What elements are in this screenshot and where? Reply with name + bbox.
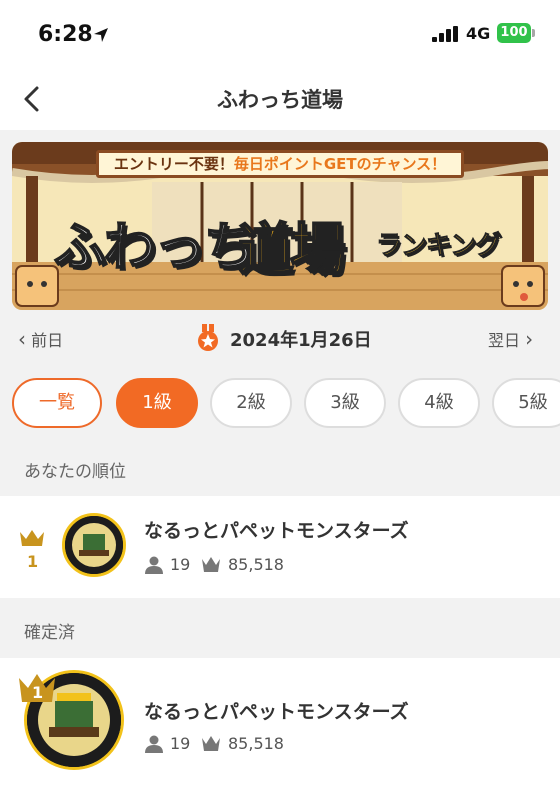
tab-grade-5[interactable]: 5級 <box>492 378 560 428</box>
status-time: 6:28 <box>38 22 93 47</box>
medal-icon <box>198 324 218 351</box>
date-navigation: ‹ 前日 2024年1月26日 翌日 › <box>0 318 560 358</box>
battery-indicator: 100 <box>497 23 535 43</box>
banner-caption: エントリー不要！毎日ポイントGETのチャンス！ <box>96 150 464 178</box>
member-count: 19 <box>170 555 191 574</box>
avatar <box>62 513 126 577</box>
points-value: 85,518 <box>228 555 284 574</box>
rank-number: 1 <box>27 552 39 571</box>
prev-day-label: 前日 <box>31 331 64 350</box>
status-bar: 6:28 4G 100 <box>0 0 560 70</box>
section-label-confirmed: 確定済 <box>24 623 75 643</box>
confirmed-rank-row[interactable] <box>0 658 560 800</box>
points-crown-icon <box>202 736 220 751</box>
nav-bar: ふわっち道場 <box>0 70 560 130</box>
next-day-label: 翌日 <box>488 331 521 350</box>
chevron-right-icon: › <box>525 327 534 351</box>
team-name: なるっとパペットモンスターズ <box>144 701 409 723</box>
tab-grade-4[interactable]: 4級 <box>398 378 480 428</box>
signal-icon <box>432 26 458 42</box>
banner-subtitle: ランキング <box>375 231 501 262</box>
banner-title-main: ふわっち <box>53 217 257 279</box>
person-icon <box>145 556 163 574</box>
tab-grade-1[interactable]: 1級 <box>116 378 198 428</box>
next-day-button[interactable]: 翌日 › <box>488 327 533 351</box>
tab-grade-3[interactable]: 3級 <box>304 378 386 428</box>
points-value: 85,518 <box>228 734 284 753</box>
banner-caption-highlight: 毎日ポイントGETのチャンス！ <box>233 155 447 173</box>
crown-icon <box>20 530 44 546</box>
points-crown-icon <box>202 557 220 572</box>
banner-title-accent: 道場 <box>237 217 347 284</box>
location-arrow-icon <box>94 28 108 42</box>
avatar-image <box>65 516 123 574</box>
rank-number: 1 <box>32 683 44 702</box>
team-name: なるっとパペットモンスターズ <box>144 520 409 542</box>
current-date: 2024年1月26日 <box>230 330 372 351</box>
tab-all[interactable]: 一覧 <box>12 378 102 428</box>
member-count: 19 <box>170 734 191 753</box>
chevron-left-icon: ‹ <box>18 327 26 351</box>
section-label-my-rank: あなたの順位 <box>24 462 126 482</box>
my-rank-row[interactable]: 1 なるっとパペットモンスターズ 19 85,518 <box>0 496 560 598</box>
tab-grade-2[interactable]: 2級 <box>210 378 292 428</box>
grade-tabs: 一覧 1級 2級 3級 4級 5級 <box>12 378 560 430</box>
network-label: 4G <box>466 24 491 43</box>
prev-day-button[interactable]: ‹ 前日 <box>18 327 63 351</box>
banner-caption-plain: エントリー不要！ <box>113 155 234 173</box>
person-icon <box>145 735 163 753</box>
page-title: ふわっち道場 <box>217 88 343 112</box>
